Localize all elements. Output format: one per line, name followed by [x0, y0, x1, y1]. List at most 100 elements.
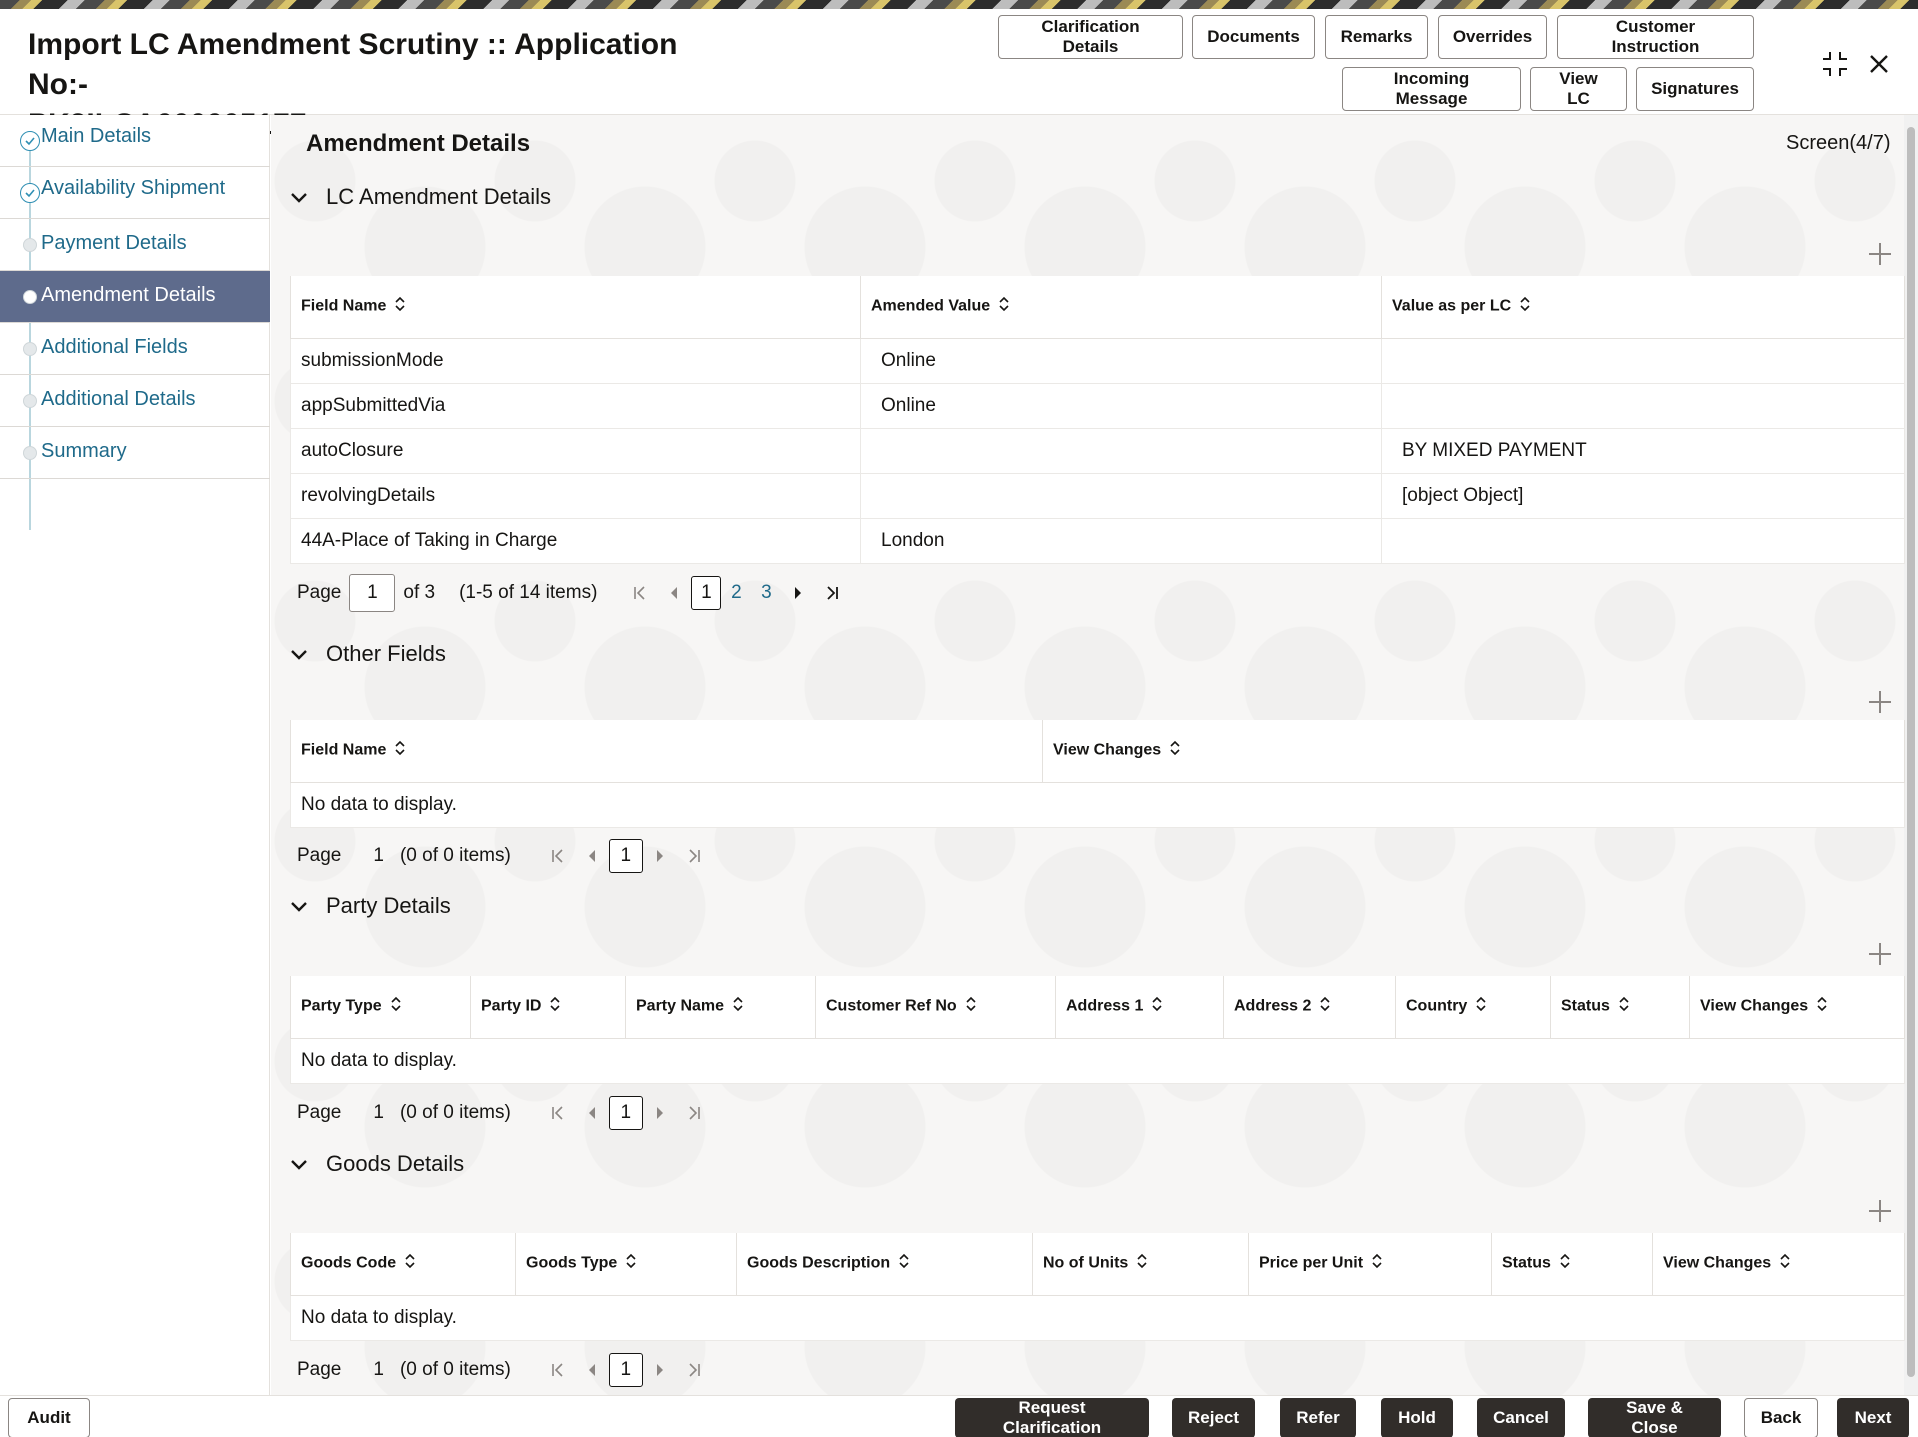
- audit-button[interactable]: Audit: [8, 1398, 90, 1437]
- column-header-field-name[interactable]: Field Name: [291, 276, 861, 338]
- first-page-icon[interactable]: [541, 1362, 575, 1378]
- sort-icon[interactable]: [1559, 1253, 1571, 1274]
- overrides-button[interactable]: Overrides: [1438, 15, 1547, 59]
- sort-icon[interactable]: [394, 740, 406, 761]
- party-details-header[interactable]: Party Details: [290, 893, 451, 919]
- first-page-icon[interactable]: [541, 848, 575, 864]
- previous-page-icon[interactable]: [657, 586, 691, 600]
- column-header-country[interactable]: Country: [1396, 976, 1551, 1038]
- sort-icon[interactable]: [732, 996, 744, 1017]
- reject-button[interactable]: Reject: [1172, 1398, 1255, 1437]
- refer-button[interactable]: Refer: [1280, 1398, 1356, 1437]
- add-icon[interactable]: [1864, 686, 1896, 718]
- column-header-value-as-per-lc[interactable]: Value as per LC: [1382, 276, 1905, 338]
- add-icon[interactable]: [1864, 938, 1896, 970]
- column-header-address-2[interactable]: Address 2: [1224, 976, 1396, 1038]
- cancel-button[interactable]: Cancel: [1477, 1398, 1565, 1437]
- add-icon[interactable]: [1864, 238, 1896, 270]
- column-header-field-name[interactable]: Field Name: [291, 720, 1043, 782]
- column-header-status[interactable]: Status: [1551, 976, 1690, 1038]
- sort-icon[interactable]: [965, 996, 977, 1017]
- sort-icon[interactable]: [1779, 1253, 1791, 1274]
- column-header-status[interactable]: Status: [1492, 1233, 1653, 1295]
- sort-icon[interactable]: [1151, 996, 1163, 1017]
- documents-button[interactable]: Documents: [1192, 15, 1315, 59]
- sort-icon[interactable]: [1136, 1253, 1148, 1274]
- sort-icon[interactable]: [549, 996, 561, 1017]
- column-header-price-per-unit[interactable]: Price per Unit: [1249, 1233, 1492, 1295]
- last-page-icon[interactable]: [677, 1105, 711, 1121]
- sort-icon[interactable]: [394, 296, 406, 317]
- next-page-icon[interactable]: [781, 586, 815, 600]
- column-header-goods-code[interactable]: Goods Code: [291, 1233, 516, 1295]
- remarks-button[interactable]: Remarks: [1325, 15, 1428, 59]
- signatures-button[interactable]: Signatures: [1636, 67, 1754, 111]
- column-header-view-changes[interactable]: View Changes: [1043, 720, 1905, 782]
- sidebar-item-payment-details[interactable]: Payment Details: [0, 219, 270, 271]
- back-button[interactable]: Back: [1744, 1398, 1818, 1437]
- page-1-button[interactable]: 1: [609, 839, 643, 873]
- table-row[interactable]: 44A-Place of Taking in Charge London: [291, 518, 1905, 563]
- sort-icon[interactable]: [1371, 1253, 1383, 1274]
- next-page-icon[interactable]: [643, 1106, 677, 1120]
- incoming-message-button[interactable]: Incoming Message: [1342, 67, 1521, 111]
- page-1-button[interactable]: 1: [691, 576, 721, 610]
- add-icon[interactable]: [1864, 1195, 1896, 1227]
- last-page-icon[interactable]: [815, 585, 849, 601]
- next-page-icon[interactable]: [643, 1363, 677, 1377]
- page-3-button[interactable]: 3: [751, 576, 781, 610]
- sidebar-item-additional-fields[interactable]: Additional Fields: [0, 323, 270, 375]
- last-page-icon[interactable]: [677, 848, 711, 864]
- sidebar-item-amendment-details[interactable]: Amendment Details: [0, 271, 270, 323]
- lc-amendment-details-header[interactable]: LC Amendment Details: [290, 184, 551, 210]
- page-1-button[interactable]: 1: [609, 1353, 643, 1387]
- next-page-icon[interactable]: [643, 849, 677, 863]
- sort-icon[interactable]: [1169, 740, 1181, 761]
- next-button[interactable]: Next: [1837, 1398, 1909, 1437]
- column-header-goods-description[interactable]: Goods Description: [737, 1233, 1033, 1295]
- sort-icon[interactable]: [625, 1253, 637, 1274]
- column-header-address-1[interactable]: Address 1: [1056, 976, 1224, 1038]
- last-page-icon[interactable]: [677, 1362, 711, 1378]
- sort-icon[interactable]: [390, 996, 402, 1017]
- sort-icon[interactable]: [898, 1253, 910, 1274]
- column-header-party-id[interactable]: Party ID: [471, 976, 626, 1038]
- sidebar-item-additional-details[interactable]: Additional Details: [0, 375, 270, 427]
- scrollbar-thumb[interactable]: [1907, 127, 1915, 1377]
- previous-page-icon[interactable]: [575, 849, 609, 863]
- customer-instruction-button[interactable]: Customer Instruction: [1557, 15, 1754, 59]
- table-row[interactable]: submissionMode Online: [291, 338, 1905, 383]
- close-icon[interactable]: [1862, 47, 1896, 81]
- table-row[interactable]: revolvingDetails [object Object]: [291, 473, 1905, 518]
- column-header-party-type[interactable]: Party Type: [291, 976, 471, 1038]
- collapse-icon[interactable]: [1818, 47, 1852, 81]
- sort-icon[interactable]: [1475, 996, 1487, 1017]
- page-1-button[interactable]: 1: [609, 1096, 643, 1130]
- sort-icon[interactable]: [404, 1253, 416, 1274]
- vertical-scrollbar[interactable]: [1904, 115, 1918, 1395]
- column-header-no-of-units[interactable]: No of Units: [1033, 1233, 1249, 1295]
- request-clarification-button[interactable]: Request Clarification: [955, 1398, 1149, 1437]
- hold-button[interactable]: Hold: [1381, 1398, 1453, 1437]
- previous-page-icon[interactable]: [575, 1106, 609, 1120]
- column-header-customer-ref-no[interactable]: Customer Ref No: [816, 976, 1056, 1038]
- previous-page-icon[interactable]: [575, 1363, 609, 1377]
- clarification-details-button[interactable]: Clarification Details: [998, 15, 1183, 59]
- page-2-button[interactable]: 2: [721, 576, 751, 610]
- column-header-view-changes[interactable]: View Changes: [1653, 1233, 1905, 1295]
- table-row[interactable]: appSubmittedVia Online: [291, 383, 1905, 428]
- table-row[interactable]: autoClosure BY MIXED PAYMENT: [291, 428, 1905, 473]
- sidebar-item-main-details[interactable]: Main Details: [0, 115, 270, 167]
- other-fields-header[interactable]: Other Fields: [290, 641, 446, 667]
- sidebar-item-availability-shipment[interactable]: Availability Shipment: [0, 167, 270, 219]
- page-number-input[interactable]: 1: [349, 574, 395, 612]
- column-header-amended-value[interactable]: Amended Value: [861, 276, 1382, 338]
- column-header-party-name[interactable]: Party Name: [626, 976, 816, 1038]
- view-lc-button[interactable]: View LC: [1530, 67, 1627, 111]
- column-header-view-changes[interactable]: View Changes: [1690, 976, 1905, 1038]
- sort-icon[interactable]: [1319, 996, 1331, 1017]
- first-page-icon[interactable]: [623, 585, 657, 601]
- sort-icon[interactable]: [1519, 296, 1531, 317]
- column-header-goods-type[interactable]: Goods Type: [516, 1233, 737, 1295]
- sort-icon[interactable]: [1816, 996, 1828, 1017]
